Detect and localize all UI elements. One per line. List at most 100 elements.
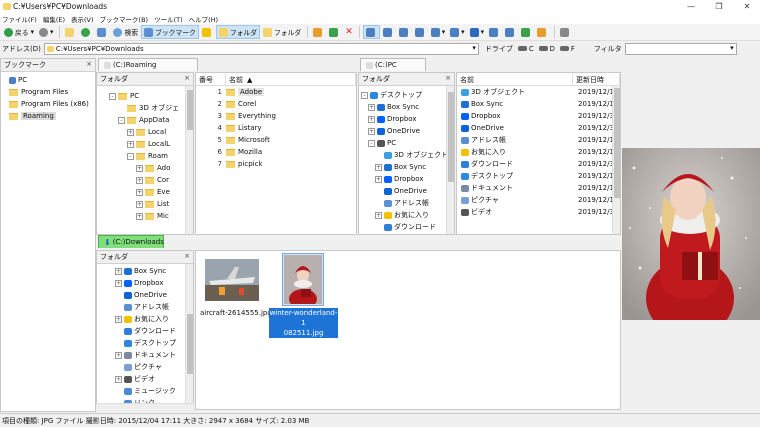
tree-item[interactable]: - PC [359,137,454,149]
filter-dropdown-icon[interactable]: ▾ [730,44,734,52]
layout-button-3[interactable] [397,25,412,39]
tree-item[interactable]: + Local [97,126,193,138]
table-row[interactable]: 5 Microsoft [196,134,356,146]
home-button[interactable] [95,25,110,39]
bookmark-item[interactable]: Program Files [1,86,95,98]
tree-item[interactable]: + ビデオ [115,373,193,385]
copy-button[interactable] [311,25,326,39]
thumbnail-aircraft[interactable] [205,259,259,301]
drive-c-button[interactable]: C [516,42,536,56]
tree-item[interactable]: デスクトップ [115,337,193,349]
menu-tools[interactable]: ツール(T) [154,14,183,24]
tree-item[interactable]: + Box Sync [359,161,454,173]
table-row[interactable]: 1 Adobe [196,86,356,98]
menu-view[interactable]: 表示(V) [71,14,94,24]
tree-item[interactable]: + Dropbox [359,113,454,125]
expand-toggle-icon[interactable]: - [368,139,375,147]
tree-item[interactable]: + Dropbox [359,173,454,185]
expand-toggle-icon[interactable]: + [368,127,375,135]
tree-item[interactable]: + Eve [97,186,193,198]
layout-button-5[interactable]: ▾ [429,25,447,39]
tree-item[interactable]: - Roam [97,150,193,162]
table-row[interactable]: 2 Corel [196,98,356,110]
thumbnail-winter[interactable] [282,253,324,309]
forward-button[interactable]: ▾ [37,25,55,39]
table-row[interactable]: デスクトップ 2019/12/1 [457,170,620,182]
thumbnail-view-button[interactable] [519,25,534,39]
pane3-tree-scrollbar[interactable] [185,264,193,409]
tree-item[interactable]: アドレス帳 [115,301,193,313]
tree-item[interactable]: + Dropbox [115,277,193,289]
expand-toggle-icon[interactable]: + [368,103,375,111]
pane2-tree-scrollbar[interactable] [446,86,454,234]
image-view-button[interactable] [535,25,550,39]
list-view-button[interactable] [487,25,502,39]
table-row[interactable]: 3D オブジェクト 2019/12/1 [457,86,620,98]
expand-toggle-icon[interactable]: + [127,128,134,136]
star-button[interactable] [200,25,215,39]
layout-button-1[interactable] [362,25,380,39]
expand-toggle-icon[interactable]: + [136,176,143,184]
menu-file[interactable]: ファイル(F) [2,14,37,24]
folder-tree-toggle-2[interactable]: フォルダ [261,25,303,39]
refresh-button[interactable] [79,25,94,39]
expand-toggle-icon[interactable]: - [109,92,116,100]
table-row[interactable]: 7 picpick [196,158,356,170]
expand-toggle-icon[interactable]: + [375,211,382,219]
column-number[interactable]: 番号 [196,74,226,85]
table-row[interactable]: アドレス帳 2019/12/1 [457,134,620,146]
close-icon[interactable]: × [445,74,451,82]
layout-button-4[interactable] [413,25,428,39]
tree-item[interactable]: ピクチャ [115,361,193,373]
table-row[interactable]: ピクチャ 2019/12/1 [457,194,620,206]
tree-item[interactable]: ミュージック [115,385,193,397]
table-row[interactable]: お気に入り 2019/12/1 [457,146,620,158]
tree-item[interactable]: + ドキュメント [115,349,193,361]
table-row[interactable]: Dropbox 2019/12/3 [457,110,620,122]
tree-item[interactable]: 3D オブジェクト [359,149,454,161]
expand-toggle-icon[interactable]: + [375,163,382,171]
tab-pc[interactable]: (C:)PC [360,58,426,71]
table-row[interactable]: 6 Mozilla [196,146,356,158]
menu-edit[interactable]: 編集(E) [43,14,65,24]
tree-item[interactable]: OneDrive [359,185,454,197]
table-row[interactable]: 3 Everything [196,110,356,122]
delete-button[interactable]: ✕ [343,25,355,39]
filter-input[interactable]: ▾ [624,42,737,55]
tree-item[interactable]: + LocalL [97,138,193,150]
folder-tree-toggle[interactable]: フォルダ [215,25,260,39]
table-row[interactable]: ダウンロード 2019/12/3 [457,158,620,170]
column-name[interactable]: 名前 [457,74,573,85]
view-button[interactable]: ▾ [448,25,466,39]
tree-item[interactable]: OneDrive [115,289,193,301]
column-name[interactable]: 名前 ▲ [226,74,356,85]
tree-item[interactable]: アドレス帳 [359,197,454,209]
expand-toggle-icon[interactable]: - [127,152,134,160]
tree-item[interactable]: + List [97,198,193,210]
tree-item[interactable]: - AppData [97,114,193,126]
tree-item[interactable]: + Box Sync [115,265,193,277]
menu-help[interactable]: ヘルプ(H) [189,14,218,24]
address-dropdown-icon[interactable]: ▾ [472,44,476,52]
expand-toggle-icon[interactable]: + [375,175,382,183]
layout-button-2[interactable] [381,25,396,39]
tree-item[interactable]: + お気に入り [115,313,193,325]
menu-bookmark[interactable]: ブックマーク(B) [100,14,149,24]
tree-item[interactable]: + Cor [97,174,193,186]
settings-button[interactable] [558,25,573,39]
tree-item[interactable]: + OneDrive [359,125,454,137]
details-view-button[interactable] [503,25,518,39]
bookmark-toggle[interactable]: ブックマーク [141,25,199,39]
expand-toggle-icon[interactable]: + [136,164,143,172]
table-row[interactable]: Box Sync 2019/12/1 [457,98,620,110]
bookmark-item[interactable]: Program Files (x86) [1,98,95,110]
table-row[interactable]: ビデオ 2019/12/3 [457,206,620,218]
table-row[interactable]: 4 Listary [196,122,356,134]
expand-toggle-icon[interactable]: + [136,212,143,220]
tree-item[interactable]: ダウンロード [115,325,193,337]
bookmark-item[interactable]: PC [1,74,95,86]
expand-toggle-icon[interactable]: - [118,116,125,124]
bookmark-item[interactable]: Roaming [1,110,95,122]
tab-downloads[interactable]: ⬇ (C:)Downloads [98,235,164,248]
tree-item[interactable]: 3D オブジェ [97,102,193,114]
